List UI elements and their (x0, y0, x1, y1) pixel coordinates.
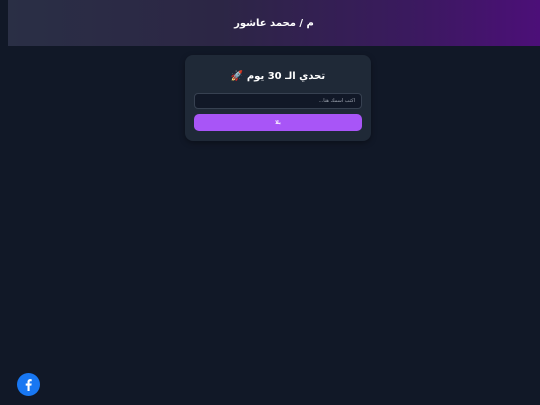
app-page: م / محمد عاشور تحدي الـ 30 يوم 🚀 يلا (0, 0, 540, 405)
facebook-icon (25, 378, 32, 391)
start-button[interactable]: يلا (194, 114, 362, 131)
header-title: م / محمد عاشور (234, 17, 314, 29)
card-title: تحدي الـ 30 يوم (246, 71, 326, 82)
facebook-button[interactable] (17, 373, 40, 396)
header-bar: م / محمد عاشور (8, 0, 540, 46)
name-input[interactable] (194, 93, 362, 109)
challenge-card: تحدي الـ 30 يوم 🚀 يلا (185, 55, 371, 141)
rocket-icon: 🚀 (230, 71, 244, 82)
card-title-row: تحدي الـ 30 يوم 🚀 (185, 71, 371, 82)
